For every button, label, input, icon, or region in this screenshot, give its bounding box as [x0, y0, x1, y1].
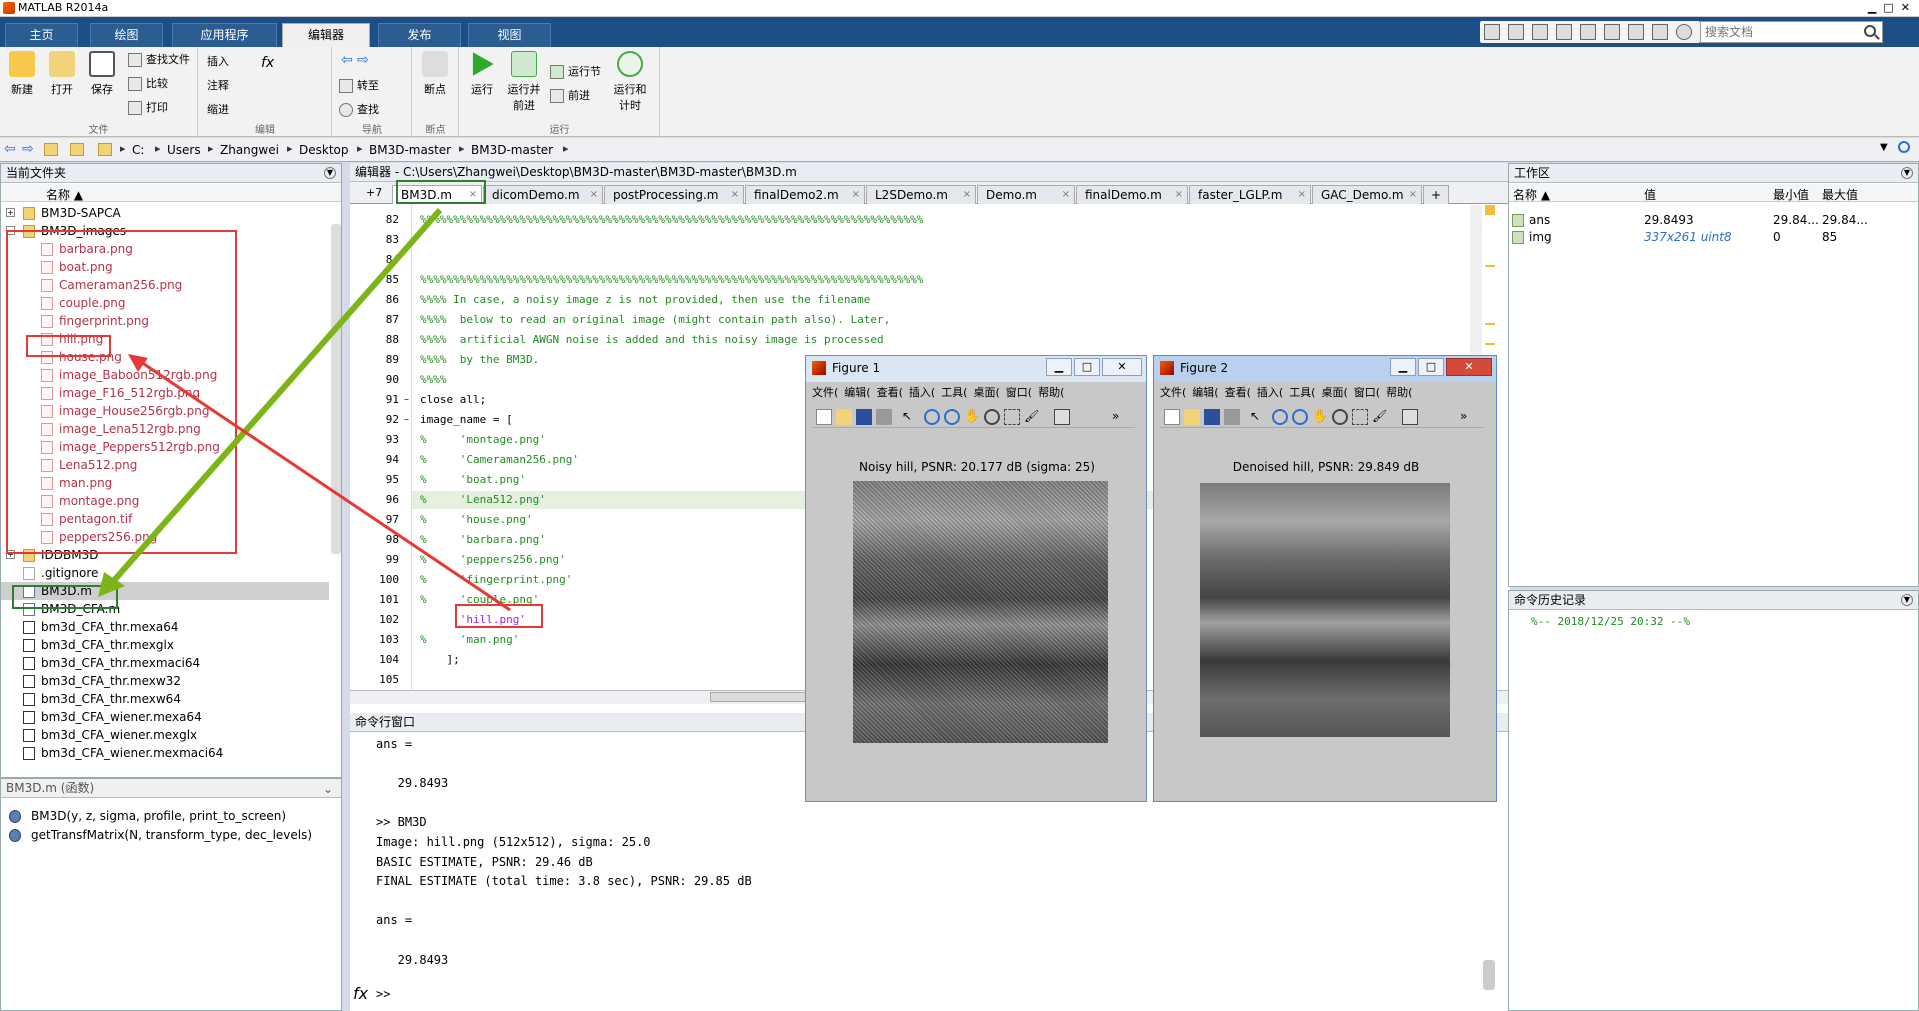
annotation-arrows — [98, 208, 511, 612]
annotation-red-arrow — [134, 356, 511, 612]
